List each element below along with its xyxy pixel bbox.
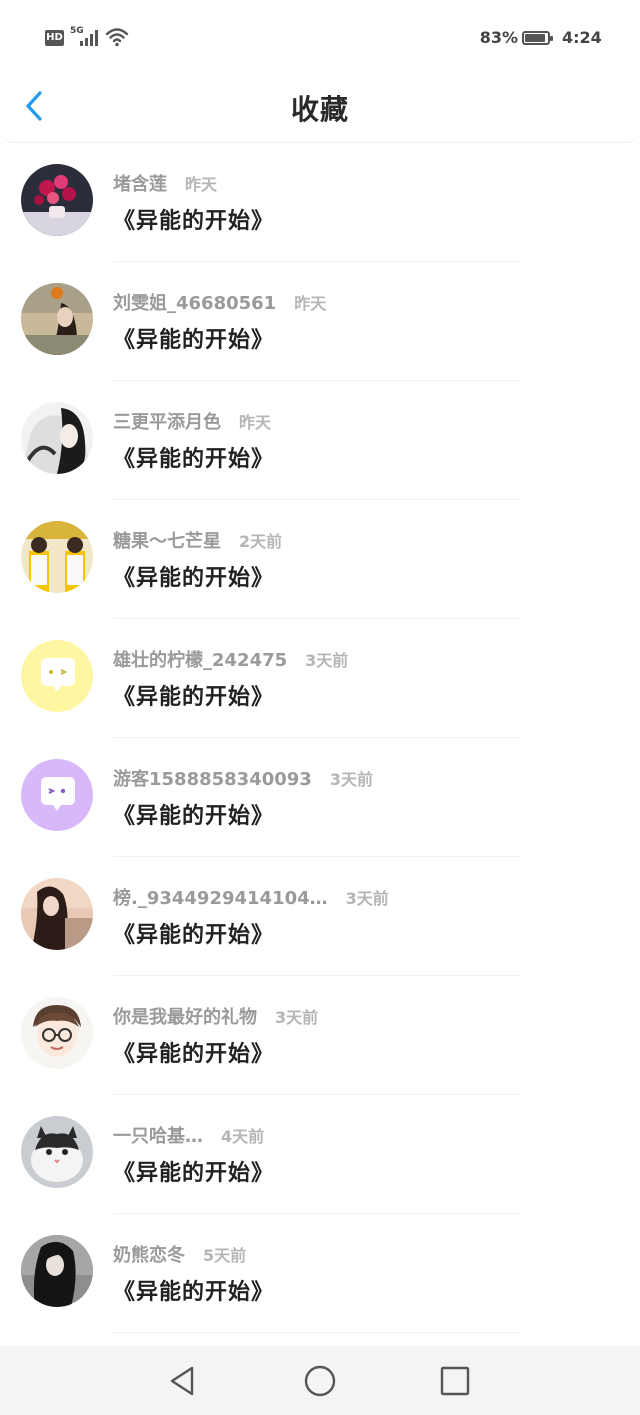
- list-item[interactable]: 雄壮的柠檬_242475 3天前 《异能的开始》: [0, 619, 640, 738]
- list-item[interactable]: 一只哈基… 4天前 《异能的开始》: [0, 1095, 640, 1214]
- book-title: 《异能的开始》: [113, 1280, 275, 1305]
- page-title: 收藏: [290, 93, 349, 126]
- book-title: 《异能的开始》: [113, 685, 275, 710]
- avatar[interactable]: [21, 283, 93, 355]
- avatar[interactable]: [21, 997, 93, 1069]
- list-item[interactable]: 榜._9344929414104… 3天前 《异能的开始》: [0, 857, 640, 976]
- username: 奶熊恋冬: [113, 1245, 185, 1266]
- timestamp: 2天前: [239, 532, 283, 551]
- item-meta: 你是我最好的礼物 3天前: [113, 1003, 318, 1029]
- battery-percent: 83%: [479, 28, 518, 47]
- timestamp: 5天前: [203, 1246, 247, 1265]
- book-title: 《异能的开始》: [113, 923, 275, 948]
- book-title: 《异能的开始》: [113, 209, 275, 234]
- nav-recent-button[interactable]: [438, 1364, 472, 1398]
- favorites-list: 堵含莲 昨天 《异能的开始》 刘雯姐_46680561 昨天 《异能的开始》 三…: [0, 143, 640, 1333]
- avatar[interactable]: [21, 1116, 93, 1188]
- item-meta: 游客1588858340093 3天前: [113, 765, 373, 791]
- avatar[interactable]: [21, 521, 93, 593]
- avatar[interactable]: [21, 878, 93, 950]
- list-item[interactable]: 奶熊恋冬 5天前 《异能的开始》: [0, 1214, 640, 1333]
- app-header: 收藏: [0, 66, 640, 143]
- signal-icon: [80, 30, 98, 46]
- username: 榜._9344929414104…: [113, 888, 328, 909]
- list-item[interactable]: 三更平添月色 昨天 《异能的开始》: [0, 381, 640, 500]
- yellow-chat-bubble-icon: [21, 640, 93, 712]
- battery-icon: [522, 31, 553, 45]
- username: 一只哈基…: [113, 1126, 203, 1147]
- hd-icon: HD: [45, 30, 64, 46]
- item-meta: 一只哈基… 4天前: [113, 1122, 264, 1148]
- book-title: 《异能的开始》: [113, 1161, 275, 1186]
- favorites-screen: HD 5G 83% 4:24 收藏 堵含莲 昨天 《异能的开始》 刘雯姐_466…: [0, 0, 640, 1415]
- clock: 4:24: [562, 28, 602, 47]
- timestamp: 昨天: [185, 175, 218, 194]
- item-meta: 堵含莲 昨天: [113, 170, 217, 196]
- avatar[interactable]: [21, 640, 93, 712]
- username: 刘雯姐_46680561: [113, 293, 277, 314]
- item-meta: 雄壮的柠檬_242475 3天前: [113, 646, 348, 672]
- timestamp: 昨天: [294, 294, 327, 313]
- timestamp: 3天前: [275, 1008, 319, 1027]
- book-title: 《异能的开始》: [113, 804, 275, 829]
- back-triangle-icon: [170, 1366, 194, 1396]
- book-title: 《异能的开始》: [113, 1042, 275, 1067]
- purple-chat-bubble-icon: [21, 759, 93, 831]
- wifi-icon: [105, 28, 129, 47]
- item-meta: 刘雯姐_46680561 昨天: [113, 289, 326, 315]
- recent-square-icon: [440, 1366, 470, 1396]
- system-nav-bar: [0, 1346, 640, 1415]
- item-meta: 糖果～七芒星 2天前: [113, 527, 282, 553]
- nav-back-button[interactable]: [166, 1364, 200, 1398]
- timestamp: 3天前: [305, 651, 349, 670]
- book-title: 《异能的开始》: [113, 328, 275, 353]
- item-meta: 奶熊恋冬 5天前: [113, 1241, 246, 1267]
- list-item[interactable]: 糖果～七芒星 2天前 《异能的开始》: [0, 500, 640, 619]
- timestamp: 3天前: [345, 889, 389, 908]
- username: 糖果～七芒星: [113, 531, 221, 552]
- list-item[interactable]: 刘雯姐_46680561 昨天 《异能的开始》: [0, 262, 640, 381]
- avatar[interactable]: [21, 1235, 93, 1307]
- timestamp: 昨天: [239, 413, 272, 432]
- username: 游客1588858340093: [113, 769, 312, 790]
- book-title: 《异能的开始》: [113, 566, 275, 591]
- avatar[interactable]: [21, 759, 93, 831]
- item-meta: 三更平添月色 昨天: [113, 408, 271, 434]
- username: 雄壮的柠檬_242475: [113, 650, 288, 671]
- home-circle-icon: [304, 1365, 336, 1397]
- status-bar: HD 5G 83% 4:24: [0, 0, 640, 76]
- avatar[interactable]: [21, 164, 93, 236]
- username: 堵含莲: [113, 174, 167, 195]
- divider: [113, 1332, 520, 1333]
- book-title: 《异能的开始》: [113, 447, 275, 472]
- username: 你是我最好的礼物: [113, 1007, 257, 1028]
- username: 三更平添月色: [113, 412, 221, 433]
- list-item[interactable]: 你是我最好的礼物 3天前 《异能的开始》: [0, 976, 640, 1095]
- nav-home-button[interactable]: [303, 1364, 337, 1398]
- list-item[interactable]: 游客1588858340093 3天前 《异能的开始》: [0, 738, 640, 857]
- timestamp: 3天前: [329, 770, 373, 789]
- list-item[interactable]: 堵含莲 昨天 《异能的开始》: [0, 143, 640, 262]
- timestamp: 4天前: [221, 1127, 265, 1146]
- item-meta: 榜._9344929414104… 3天前: [113, 884, 389, 910]
- avatar[interactable]: [21, 402, 93, 474]
